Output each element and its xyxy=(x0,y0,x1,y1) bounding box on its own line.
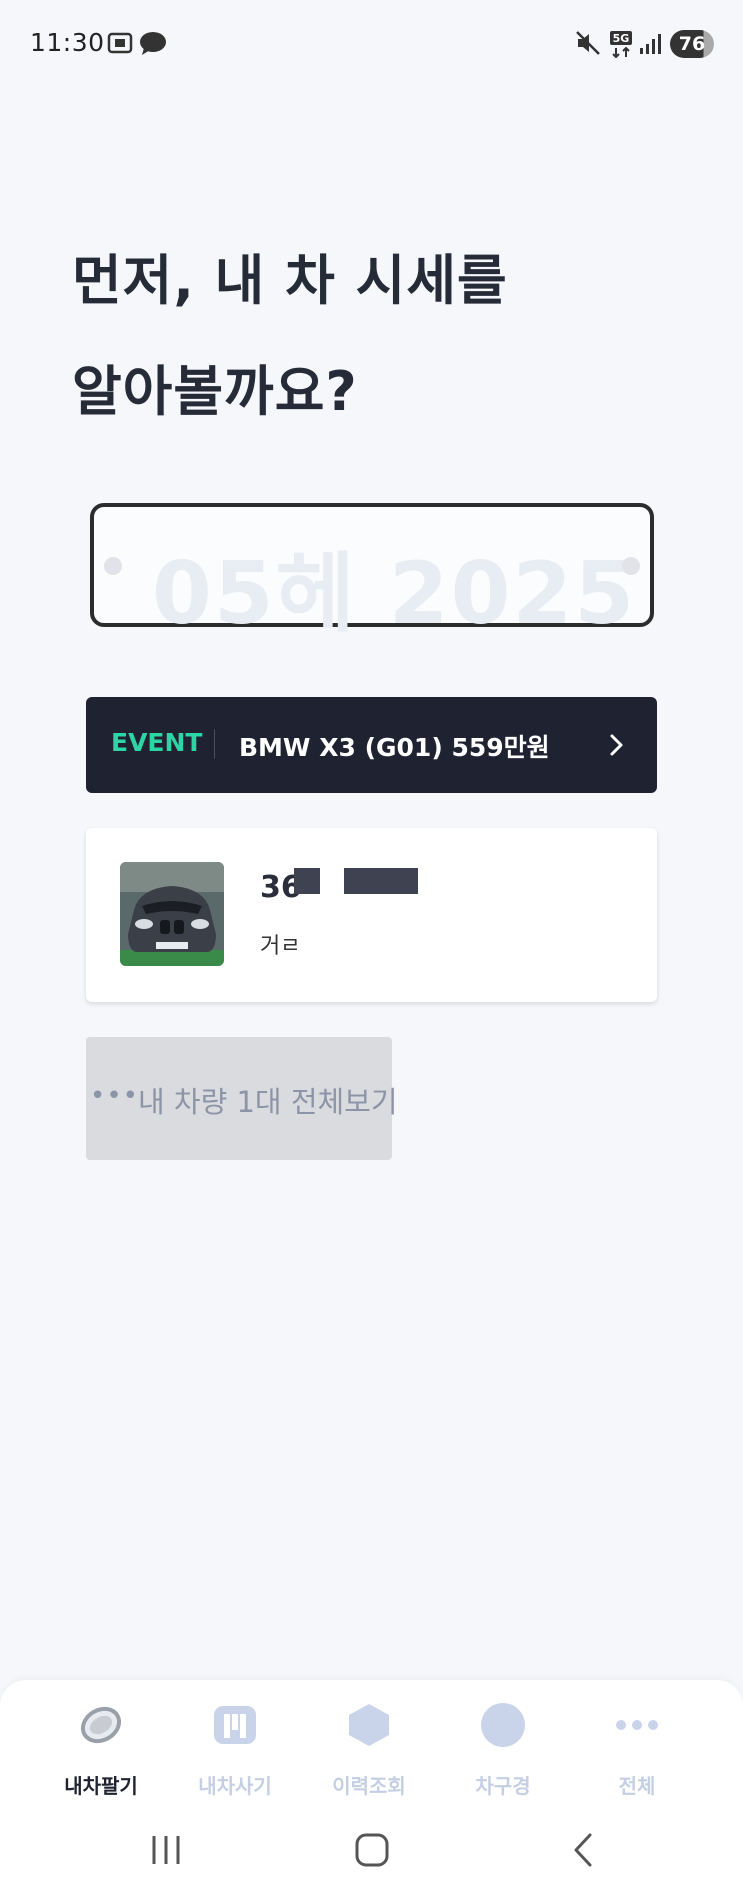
signal-icon xyxy=(638,32,662,60)
nav-label: 내차사기 xyxy=(198,1774,272,1798)
car-thumbnail xyxy=(120,862,224,966)
status-time: 11:30 xyxy=(30,28,105,57)
back-icon[interactable] xyxy=(566,1832,602,1872)
coin-icon xyxy=(78,1702,124,1748)
chevron-right-icon xyxy=(609,733,625,761)
nav-item-browse[interactable]: 차구경 xyxy=(436,1694,570,1798)
plate-bolt-left xyxy=(104,557,122,575)
nav-item-history[interactable]: 이력조회 xyxy=(302,1694,436,1798)
battery-indicator: 76 xyxy=(670,30,714,58)
nav-label: 차구경 xyxy=(475,1774,531,1798)
car-subtitle: 거ㄹ xyxy=(260,934,301,959)
recent-apps-icon[interactable] xyxy=(148,1832,184,1872)
nav-label: 전체 xyxy=(618,1774,656,1798)
license-plate-input[interactable]: 05헤 2025 xyxy=(90,503,654,644)
nav-item-sell-car[interactable]: 내차팔기 xyxy=(34,1694,168,1798)
nav-label: 이력조회 xyxy=(332,1774,406,1798)
event-divider xyxy=(214,729,215,759)
view-all-label: 내 차량 1대 전체보기 xyxy=(138,1085,398,1119)
nav-item-buy-car[interactable]: 내차사기 xyxy=(168,1694,302,1798)
status-bar: 11:30 5G 76 xyxy=(0,0,743,90)
event-banner[interactable]: EVENT BMW X3 (G01) 559만원 xyxy=(86,697,657,793)
redaction-block xyxy=(344,868,418,894)
hexagon-icon xyxy=(346,1702,392,1748)
plate-bolt-right xyxy=(622,557,640,575)
more-dots-icon xyxy=(614,1702,660,1748)
my-car-card[interactable]: 36 거ㄹ xyxy=(86,828,657,1002)
nav-label: 내차팔기 xyxy=(64,1774,138,1798)
5g-icon: 5G xyxy=(608,30,634,62)
chat-bubble-icon xyxy=(138,30,168,60)
more-dots-icon: ••• xyxy=(90,1081,140,1111)
svg-text:5G: 5G xyxy=(613,32,630,45)
view-all-cars-button[interactable]: ••• 내 차량 1대 전체보기 xyxy=(86,1037,398,1160)
nav-item-all[interactable]: 전체 xyxy=(570,1694,704,1798)
title-line-1: 먼저, 내 차 시세를 xyxy=(72,249,508,312)
redaction-block xyxy=(294,868,320,894)
event-tag: EVENT xyxy=(111,728,203,757)
m-logo-icon xyxy=(212,1702,258,1748)
home-icon[interactable] xyxy=(354,1832,390,1872)
bottom-navigation: 내차팔기 내차사기 이력조회 차구경 전체 xyxy=(0,1680,743,1800)
plate-placeholder: 05헤 2025 xyxy=(152,544,637,644)
page-title: 먼저, 내 차 시세를 알아볼까요? xyxy=(72,225,508,447)
mute-icon xyxy=(575,30,601,60)
circle-icon xyxy=(480,1702,526,1748)
screenshot-icon xyxy=(106,30,134,60)
event-text: BMW X3 (G01) 559만원 xyxy=(239,733,550,762)
system-navigation-bar xyxy=(0,1800,743,1904)
title-line-2: 알아볼까요? xyxy=(72,360,358,423)
app-screen: 11:30 5G 76 먼저, 내 차 시세를 알아볼까요? 05헤 2025 … xyxy=(0,0,743,1904)
